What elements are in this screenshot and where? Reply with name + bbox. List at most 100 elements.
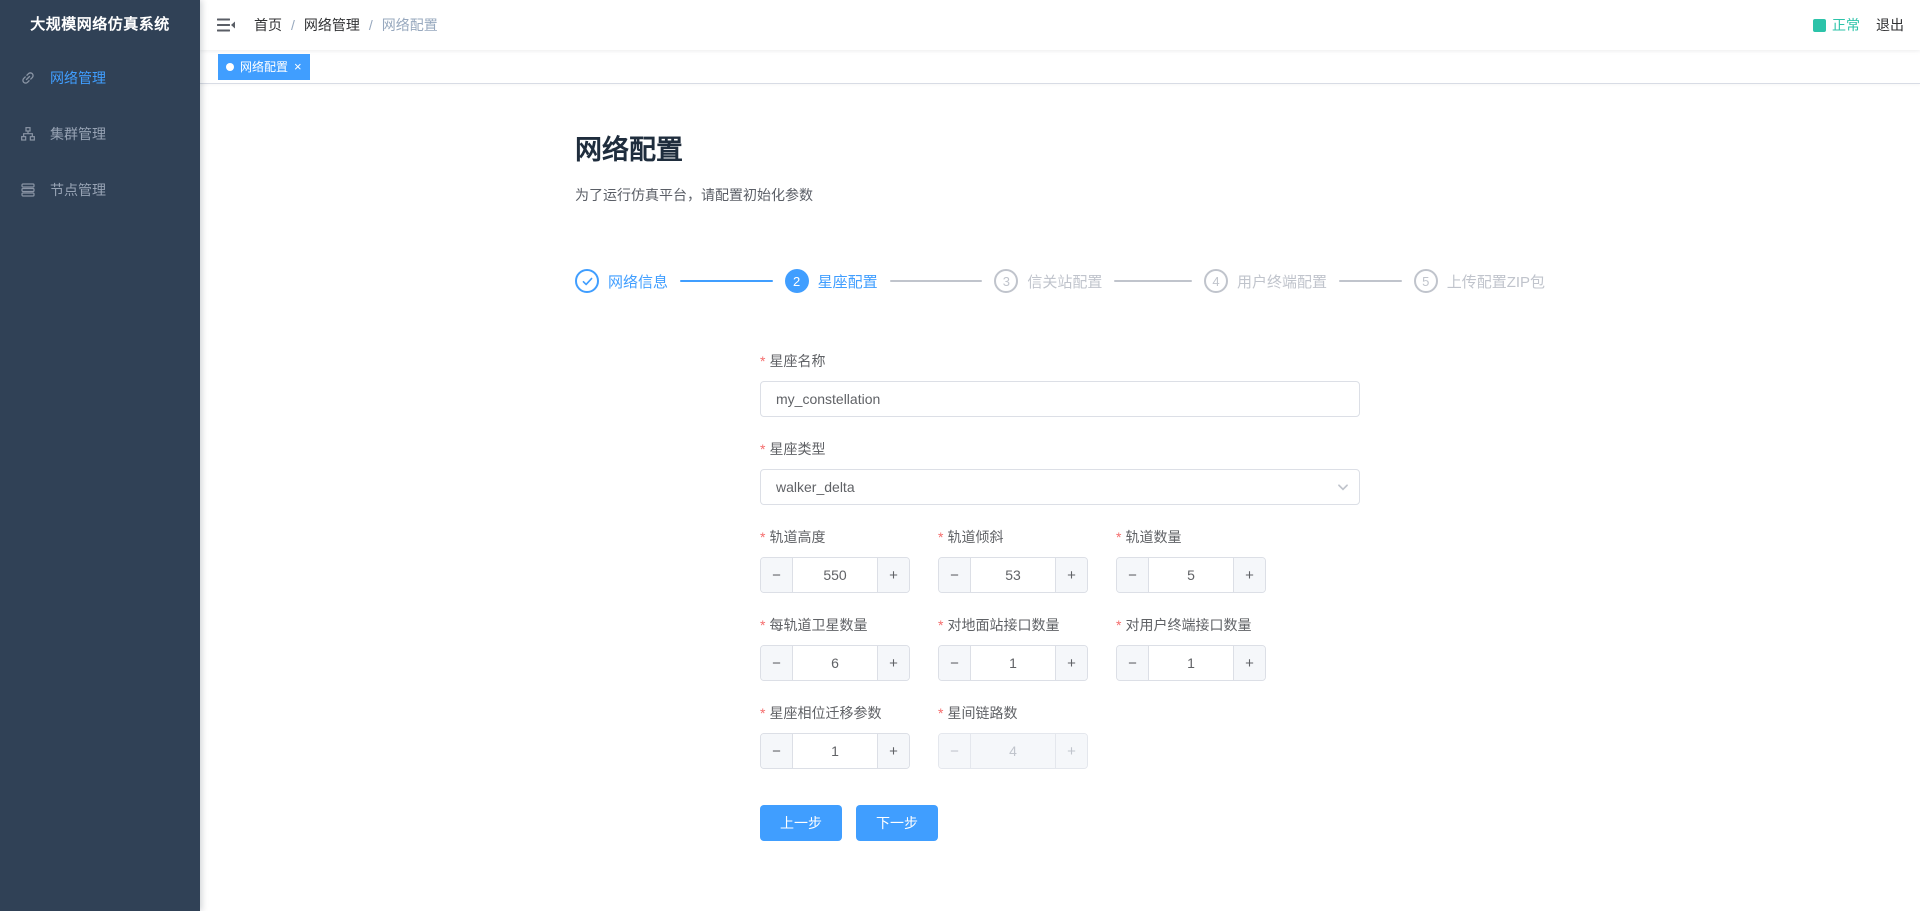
constellation-type-select[interactable] bbox=[760, 469, 1360, 505]
sidebar-item-label: 集群管理 bbox=[50, 124, 106, 144]
field-orbit-altitude: *轨道高度 − 550 + bbox=[760, 527, 910, 593]
field-label: *对地面站接口数量 bbox=[938, 615, 1088, 635]
page-content: 网络配置 为了运行仿真平台，请配置初始化参数 网络信息 2 星座配置 bbox=[200, 84, 1920, 911]
required-star: * bbox=[1116, 617, 1121, 633]
increase-button[interactable]: + bbox=[1233, 558, 1265, 592]
step-constellation-config: 2 星座配置 bbox=[785, 269, 995, 293]
step-label: 信关站配置 bbox=[1027, 271, 1102, 292]
step-label: 网络信息 bbox=[608, 271, 668, 292]
increase-button[interactable]: + bbox=[1055, 558, 1087, 592]
step-number: 5 bbox=[1414, 269, 1438, 293]
step-connector bbox=[1339, 280, 1402, 282]
field-label: *轨道数量 bbox=[1116, 527, 1266, 547]
logout-button[interactable]: 退出 bbox=[1876, 15, 1904, 35]
navbar-right: 正常 退出 bbox=[1813, 15, 1904, 35]
breadcrumb-network-management[interactable]: 网络管理 bbox=[304, 15, 360, 35]
page-header: 网络配置 为了运行仿真平台，请配置初始化参数 bbox=[575, 128, 1545, 205]
required-star: * bbox=[760, 353, 765, 369]
next-step-button[interactable]: 下一步 bbox=[856, 805, 938, 841]
step-gateway-config: 3 信关站配置 bbox=[994, 269, 1204, 293]
decrease-button[interactable]: − bbox=[761, 734, 793, 768]
step-connector bbox=[1114, 280, 1192, 282]
page-subtitle: 为了运行仿真平台，请配置初始化参数 bbox=[575, 185, 1545, 205]
decrease-button: − bbox=[939, 734, 971, 768]
field-inter-satellite-links: *星间链路数 − 4 + bbox=[938, 703, 1088, 769]
field-orbit-inclination: *轨道倾斜 − 53 + bbox=[938, 527, 1088, 593]
navbar: 首页 / 网络管理 / 网络配置 正常 退出 bbox=[200, 0, 1920, 50]
stepper-value[interactable]: 53 bbox=[971, 558, 1055, 592]
stepper-value[interactable]: 5 bbox=[1149, 558, 1233, 592]
required-star: * bbox=[760, 441, 765, 457]
constellation-type-value[interactable] bbox=[760, 469, 1360, 505]
required-star: * bbox=[760, 529, 765, 545]
field-terminal-interfaces: *对用户终端接口数量 − 1 + bbox=[1116, 615, 1266, 681]
decrease-button[interactable]: − bbox=[939, 558, 971, 592]
terminal-interfaces-stepper: − 1 + bbox=[1116, 645, 1266, 681]
stepper-value[interactable]: 1 bbox=[1149, 646, 1233, 680]
increase-button[interactable]: + bbox=[1055, 646, 1087, 680]
close-icon[interactable]: × bbox=[294, 60, 302, 73]
previous-step-button[interactable]: 上一步 bbox=[760, 805, 842, 841]
constellation-form: *星座名称 *星座类型 * bbox=[760, 351, 1360, 841]
orbit-count-stepper: − 5 + bbox=[1116, 557, 1266, 593]
step-number: 3 bbox=[994, 269, 1018, 293]
breadcrumb-network-config: 网络配置 bbox=[382, 15, 438, 35]
stepper-value[interactable]: 1 bbox=[793, 734, 877, 768]
required-star: * bbox=[1116, 529, 1121, 545]
decrease-button[interactable]: − bbox=[1117, 558, 1149, 592]
required-star: * bbox=[938, 705, 943, 721]
field-ground-station-interfaces: *对地面站接口数量 − 1 + bbox=[938, 615, 1088, 681]
chevron-down-icon bbox=[1336, 480, 1350, 494]
field-label: *星座名称 bbox=[760, 351, 1360, 371]
increase-button[interactable]: + bbox=[877, 646, 909, 680]
tab-network-config[interactable]: 网络配置 × bbox=[218, 54, 310, 80]
decrease-button[interactable]: − bbox=[1117, 646, 1149, 680]
decrease-button[interactable]: − bbox=[939, 646, 971, 680]
stepper-value[interactable]: 1 bbox=[971, 646, 1055, 680]
breadcrumb-separator: / bbox=[291, 17, 295, 33]
main-area: 首页 / 网络管理 / 网络配置 正常 退出 网络配置 × bbox=[200, 0, 1920, 911]
sidebar-item-label: 网络管理 bbox=[50, 68, 106, 88]
status-label: 正常 bbox=[1832, 15, 1860, 35]
field-label: *星座类型 bbox=[760, 439, 1360, 459]
field-label: *星间链路数 bbox=[938, 703, 1088, 723]
step-label: 星座配置 bbox=[818, 271, 878, 292]
status-square-icon bbox=[1813, 19, 1826, 32]
field-phase-shift-param: *星座相位迁移参数 − 1 + bbox=[760, 703, 910, 769]
satellites-per-orbit-stepper: − 6 + bbox=[760, 645, 910, 681]
hamburger-icon[interactable] bbox=[216, 15, 236, 35]
phase-shift-param-stepper: − 1 + bbox=[760, 733, 910, 769]
sidebar-item-network-management[interactable]: 网络管理 bbox=[0, 50, 200, 106]
stepper-grid: *轨道高度 − 550 + *轨道倾斜 − 53 bbox=[760, 527, 1360, 791]
app-title: 大规模网络仿真系统 bbox=[0, 0, 200, 50]
field-label: *星座相位迁移参数 bbox=[760, 703, 910, 723]
increase-button[interactable]: + bbox=[877, 558, 909, 592]
step-label: 上传配置ZIP包 bbox=[1447, 271, 1545, 292]
required-star: * bbox=[760, 617, 765, 633]
step-connector bbox=[890, 280, 983, 282]
tab-label: 网络配置 bbox=[240, 58, 288, 75]
step-upload-zip: 5 上传配置ZIP包 bbox=[1414, 269, 1545, 293]
sidebar-item-cluster-management[interactable]: 集群管理 bbox=[0, 106, 200, 162]
tags-bar: 网络配置 × bbox=[200, 50, 1920, 84]
decrease-button[interactable]: − bbox=[761, 646, 793, 680]
decrease-button[interactable]: − bbox=[761, 558, 793, 592]
step-network-info: 网络信息 bbox=[575, 269, 785, 293]
step-terminal-config: 4 用户终端配置 bbox=[1204, 269, 1414, 293]
sidebar-item-node-management[interactable]: 节点管理 bbox=[0, 162, 200, 218]
constellation-name-input[interactable] bbox=[760, 381, 1360, 417]
orbit-inclination-stepper: − 53 + bbox=[938, 557, 1088, 593]
orbit-altitude-stepper: − 550 + bbox=[760, 557, 910, 593]
tab-active-dot-icon bbox=[226, 63, 234, 71]
increase-button[interactable]: + bbox=[877, 734, 909, 768]
breadcrumb-home[interactable]: 首页 bbox=[254, 15, 282, 35]
status-badge: 正常 bbox=[1813, 15, 1860, 35]
increase-button[interactable]: + bbox=[1233, 646, 1265, 680]
link-icon bbox=[20, 70, 36, 86]
step-number: 4 bbox=[1204, 269, 1228, 293]
step-label: 用户终端配置 bbox=[1237, 271, 1327, 292]
stepper-value[interactable]: 550 bbox=[793, 558, 877, 592]
ground-station-interfaces-stepper: − 1 + bbox=[938, 645, 1088, 681]
field-orbit-count: *轨道数量 − 5 + bbox=[1116, 527, 1266, 593]
stepper-value[interactable]: 6 bbox=[793, 646, 877, 680]
